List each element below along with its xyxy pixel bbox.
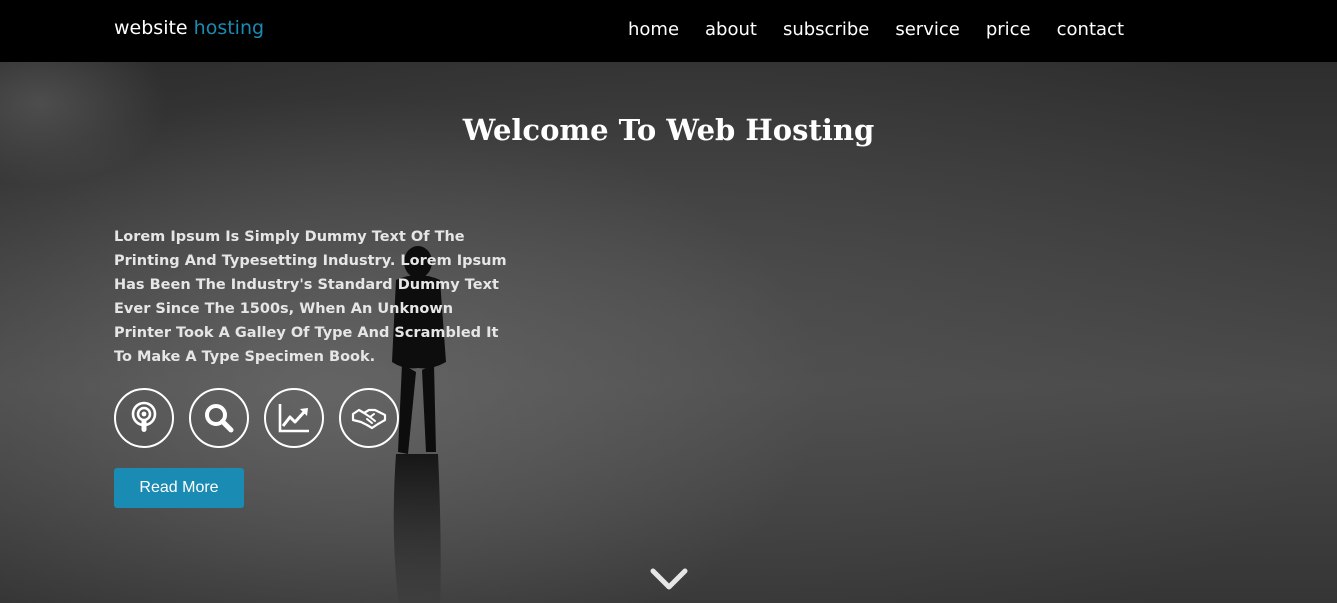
feature-icon-row [114, 388, 414, 448]
read-more-button[interactable]: Read More [114, 468, 244, 508]
search-icon-button[interactable] [189, 388, 249, 448]
chart-line-icon [278, 404, 309, 433]
podcast-icon [131, 401, 157, 432]
podcast-icon-button[interactable] [114, 388, 174, 448]
nav-link-about[interactable]: about [705, 18, 757, 42]
hero-description: Lorem Ipsum Is Simply Dummy Text Of The … [114, 229, 507, 365]
handshake-icon-button[interactable] [339, 388, 399, 448]
nav-link-contact[interactable]: contact [1057, 18, 1124, 42]
logo-word-website: website [114, 17, 188, 39]
logo[interactable]: website hosting [114, 17, 264, 39]
main-nav: home about subscribe service price conta… [602, 18, 1124, 42]
hero-section: Welcome To Web Hosting Lorem Ipsum Is Si… [0, 62, 1337, 603]
nav-link-service[interactable]: service [895, 18, 959, 42]
nav-link-price[interactable]: price [986, 18, 1031, 42]
chevron-down-icon[interactable] [650, 567, 688, 593]
chart-line-icon-button[interactable] [264, 388, 324, 448]
navbar: website hosting home about subscribe ser… [0, 0, 1337, 62]
handshake-icon [351, 408, 387, 430]
nav-link-subscribe[interactable]: subscribe [783, 18, 869, 42]
hero-title: Welcome To Web Hosting [462, 113, 875, 147]
search-icon [205, 404, 234, 433]
nav-link-home[interactable]: home [628, 18, 679, 42]
logo-word-hosting: hosting [193, 17, 265, 39]
